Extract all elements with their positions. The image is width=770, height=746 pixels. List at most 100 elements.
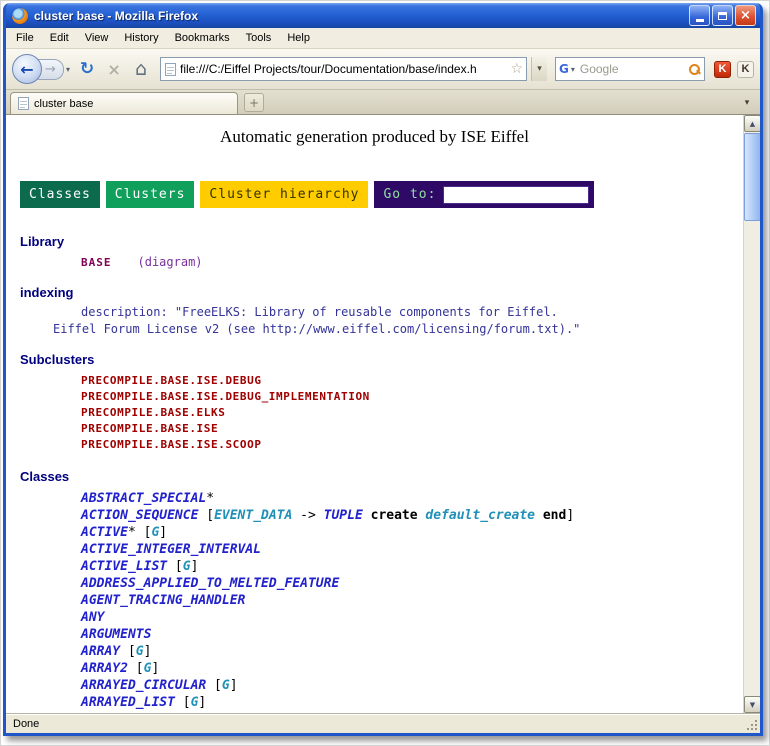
code-text: ] xyxy=(144,644,152,659)
scroll-up-button[interactable]: ▲ xyxy=(744,115,760,132)
class-link[interactable]: ABSTRACT_SPECIAL xyxy=(81,491,206,506)
code-text: * [ xyxy=(128,525,151,540)
maximize-button[interactable] xyxy=(712,5,733,26)
minimize-icon xyxy=(696,19,704,22)
status-bar: Done xyxy=(6,713,760,733)
code-text: [ xyxy=(120,644,136,659)
menu-file[interactable]: File xyxy=(8,29,42,47)
menu-edit[interactable]: Edit xyxy=(42,29,77,47)
code-text: ] xyxy=(230,678,238,693)
class-link[interactable]: ADDRESS_APPLIED_TO_MELTED_FEATURE xyxy=(81,576,339,591)
browser-window: cluster base - Mozilla Firefox × FileEdi… xyxy=(3,3,763,736)
url-dropdown-button[interactable]: ▾ xyxy=(531,57,547,81)
class-link[interactable]: ARRAYED_CIRCULAR xyxy=(81,678,206,693)
minimize-button[interactable] xyxy=(689,5,710,26)
diagram-link[interactable]: (diagram) xyxy=(138,255,203,269)
class-entry: ARRAYED_CIRCULAR [G] xyxy=(81,677,743,694)
class-link[interactable]: AGENT_TRACING_HANDLER xyxy=(81,593,245,608)
new-tab-button[interactable]: + xyxy=(244,93,264,112)
menu-view[interactable]: View xyxy=(77,29,117,47)
goto-input[interactable] xyxy=(443,186,589,204)
generic-param-link[interactable]: G xyxy=(222,678,230,693)
class-entry: ACTION_SEQUENCE [EVENT_DATA -> TUPLE cre… xyxy=(81,507,743,524)
refresh-button[interactable]: ↻ xyxy=(75,57,99,81)
close-button[interactable]: × xyxy=(735,5,756,26)
class-link[interactable]: ANY xyxy=(81,610,104,625)
page-content: Automatic generation produced by ISE Eif… xyxy=(6,115,760,713)
page-button-classes[interactable]: Classes xyxy=(20,181,100,208)
page-button-clusters[interactable]: Clusters xyxy=(106,181,195,208)
stop-button[interactable]: × xyxy=(102,57,126,81)
code-text: -> xyxy=(292,508,323,523)
generic-param-link[interactable]: EVENT_DATA xyxy=(214,508,292,523)
list-all-tabs-button[interactable]: ▾ xyxy=(738,93,756,112)
class-link[interactable]: ARRAY2 xyxy=(81,661,128,676)
menu-bookmarks[interactable]: Bookmarks xyxy=(167,29,238,47)
class-link[interactable]: ARRAYED_LIST xyxy=(81,695,175,710)
menu-history[interactable]: History xyxy=(116,29,166,47)
subcluster-link[interactable]: PRECOMPILE.BASE.ISE.DEBUG_IMPLEMENTATION xyxy=(81,389,743,405)
code-text: ] xyxy=(159,525,167,540)
tab-bar: cluster base + ▾ xyxy=(6,90,760,115)
tab-cluster-base[interactable]: cluster base xyxy=(10,92,238,114)
history-dropdown-icon[interactable]: ▾ xyxy=(64,65,72,74)
class-link[interactable]: ACTIVE_LIST xyxy=(81,559,167,574)
subcluster-link[interactable]: PRECOMPILE.BASE.ISE.SCOOP xyxy=(81,437,743,453)
vertical-scrollbar[interactable]: ▲ ▼ xyxy=(743,115,760,713)
menu-tools[interactable]: Tools xyxy=(238,29,280,47)
history-nav: ← → ▾ xyxy=(12,54,72,84)
bookmark-star-icon[interactable]: ☆ xyxy=(507,61,526,77)
subcluster-link[interactable]: PRECOMPILE.BASE.ELKS xyxy=(81,405,743,421)
class-link[interactable]: ACTIVE_INTEGER_INTERVAL xyxy=(81,542,261,557)
back-button[interactable]: ← xyxy=(12,54,42,84)
class-link[interactable]: TUPLE xyxy=(324,508,363,523)
class-link[interactable]: ARRAY xyxy=(81,644,120,659)
window-title: cluster base - Mozilla Firefox xyxy=(34,9,689,23)
extension-icon-red[interactable]: K xyxy=(714,61,731,78)
code-text: [ xyxy=(206,678,222,693)
search-input[interactable] xyxy=(577,62,688,76)
home-button[interactable]: ⌂ xyxy=(129,57,153,81)
subclusters-list: PRECOMPILE.BASE.ISE.DEBUGPRECOMPILE.BASE… xyxy=(81,373,743,453)
title-bar[interactable]: cluster base - Mozilla Firefox × xyxy=(6,3,760,28)
base-cluster-link[interactable]: BASE xyxy=(81,256,112,269)
code-text: ] xyxy=(191,559,199,574)
classes-list: ABSTRACT_SPECIAL*ACTION_SEQUENCE [EVENT_… xyxy=(81,490,743,713)
menu-help[interactable]: Help xyxy=(279,29,318,47)
menu-bar: FileEditViewHistoryBookmarksToolsHelp xyxy=(6,28,760,49)
search-engine-dropdown-icon[interactable]: ▾ xyxy=(569,65,577,74)
code-text: [ xyxy=(167,559,183,574)
generic-param-link[interactable]: G xyxy=(136,644,144,659)
code-text: ] xyxy=(151,661,159,676)
class-entry: ACTIVE_LIST [G] xyxy=(81,558,743,575)
search-go-icon[interactable] xyxy=(688,63,701,76)
indexing-heading: indexing xyxy=(20,285,743,300)
url-bar[interactable]: ☆ xyxy=(160,57,527,81)
code-text xyxy=(363,508,371,523)
class-entry: ADDRESS_APPLIED_TO_MELTED_FEATURE xyxy=(81,575,743,592)
library-row: BASE (diagram) xyxy=(81,255,743,269)
class-entry: ARRAY2 [G] xyxy=(81,660,743,677)
generic-param-link[interactable]: default_create xyxy=(425,508,535,523)
code-text: * xyxy=(206,491,214,506)
class-link[interactable]: ACTION_SEQUENCE xyxy=(81,508,198,523)
scroll-down-button[interactable]: ▼ xyxy=(744,696,760,713)
url-input[interactable] xyxy=(176,62,507,76)
goto-box: Go to: xyxy=(374,181,594,208)
window-controls: × xyxy=(689,5,756,26)
page-button-cluster-hierarchy[interactable]: Cluster hierarchy xyxy=(200,181,368,208)
subcluster-link[interactable]: PRECOMPILE.BASE.ISE xyxy=(81,421,743,437)
class-entry: ARRAY [G] xyxy=(81,643,743,660)
subcluster-link[interactable]: PRECOMPILE.BASE.ISE.DEBUG xyxy=(81,373,743,389)
status-text: Done xyxy=(13,718,39,730)
class-link[interactable]: ACTIVE xyxy=(81,525,128,540)
resize-grip[interactable] xyxy=(745,718,757,730)
class-link[interactable]: ARGUMENTS xyxy=(81,627,151,642)
extension-icon-k[interactable]: K xyxy=(737,61,754,78)
generic-param-link[interactable]: G xyxy=(183,559,191,574)
code-text: create xyxy=(371,508,418,523)
search-bar[interactable]: G ▾ xyxy=(555,57,705,81)
page-nav-buttons: ClassesClustersCluster hierarchy xyxy=(20,181,368,208)
scrollbar-thumb[interactable] xyxy=(744,133,760,221)
classes-heading: Classes xyxy=(20,469,743,484)
